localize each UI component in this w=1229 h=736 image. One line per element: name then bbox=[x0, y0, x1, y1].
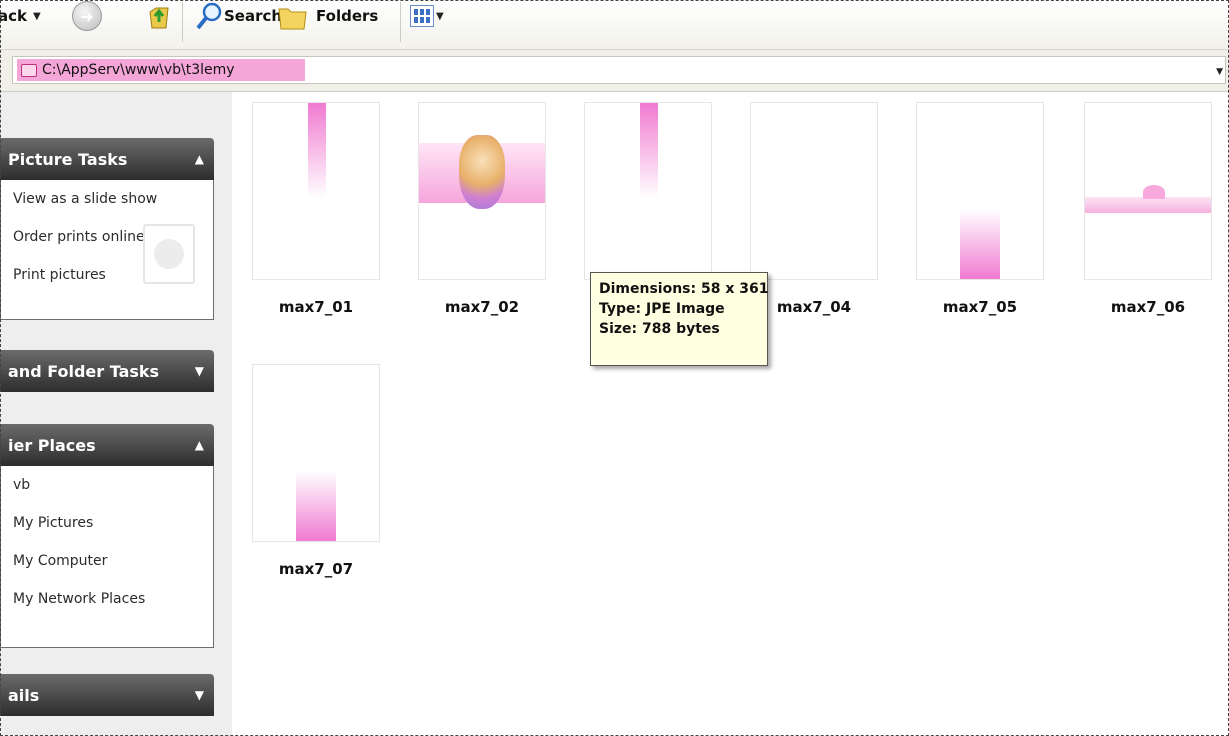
picture-tasks-panel: View as a slide show Order prints online… bbox=[0, 180, 214, 320]
file-thumbnail[interactable] bbox=[252, 102, 380, 280]
thumbnail-preview bbox=[960, 209, 1000, 279]
file-name[interactable]: max7_07 bbox=[252, 560, 380, 578]
up-folder-button[interactable] bbox=[146, 2, 176, 30]
file-folder-tasks-header[interactable]: and Folder Tasks ▼ bbox=[0, 350, 214, 392]
forward-button[interactable]: ➜ bbox=[72, 1, 112, 31]
thumbnail-preview bbox=[296, 471, 336, 541]
collapse-icon[interactable]: ▲ bbox=[195, 152, 204, 166]
other-places-title: ier Places bbox=[8, 435, 96, 455]
other-places-panel: vb My Pictures My Computer My Network Pl… bbox=[0, 466, 214, 648]
views-icon bbox=[410, 5, 434, 27]
toolbar-separator bbox=[400, 2, 401, 42]
search-button[interactable]: Search bbox=[194, 2, 282, 30]
folder-icon bbox=[21, 63, 37, 77]
view-slideshow-link[interactable]: View as a slide show bbox=[13, 186, 213, 224]
other-places-header[interactable]: ier Places ▲ bbox=[0, 424, 214, 466]
views-dropdown-icon[interactable]: ▼ bbox=[436, 11, 444, 22]
file-thumbnail[interactable] bbox=[418, 102, 546, 280]
back-dropdown-icon[interactable]: ▼ bbox=[33, 11, 41, 22]
file-name[interactable]: max7_01 bbox=[252, 298, 380, 316]
thumbnail-preview bbox=[1085, 185, 1211, 213]
folder-icon bbox=[278, 8, 307, 30]
up-folder-icon bbox=[149, 7, 169, 29]
place-link-vb[interactable]: vb bbox=[13, 472, 213, 510]
folders-label: Folders bbox=[316, 7, 379, 25]
file-name[interactable]: max7_04 bbox=[750, 298, 878, 316]
toolbar-separator bbox=[182, 2, 183, 42]
task-pane: Picture Tasks ▲ View as a slide show Ord… bbox=[0, 92, 232, 736]
file-view: max7_01 max7_02 max7_03 max7_04 max7_05 … bbox=[232, 92, 1229, 736]
collapse-icon[interactable]: ▲ bbox=[195, 438, 204, 452]
back-label: ack bbox=[0, 7, 27, 25]
expand-icon[interactable]: ▼ bbox=[195, 364, 204, 378]
address-input[interactable]: C:\AppServ\www\vb\t3lemy ▼ bbox=[12, 56, 1226, 84]
place-link-my-network-places[interactable]: My Network Places bbox=[13, 586, 213, 624]
file-thumbnail[interactable] bbox=[252, 364, 380, 542]
tooltip-size: Size: 788 bytes bbox=[599, 321, 720, 337]
place-link-my-pictures[interactable]: My Pictures bbox=[13, 510, 213, 548]
views-button[interactable]: ▼ bbox=[410, 2, 444, 30]
search-icon bbox=[196, 2, 222, 30]
tooltip-type: Type: JPE Image bbox=[599, 301, 725, 317]
place-link-my-computer[interactable]: My Computer bbox=[13, 548, 213, 586]
address-dropdown-icon[interactable]: ▼ bbox=[1216, 67, 1223, 77]
picture-tasks-title: Picture Tasks bbox=[8, 149, 128, 169]
tooltip-dimensions: Dimensions: 58 x 361 bbox=[599, 281, 769, 297]
thumbnail-preview bbox=[308, 103, 326, 198]
file-name[interactable]: max7_06 bbox=[1084, 298, 1212, 316]
address-bar: C:\AppServ\www\vb\t3lemy ▼ bbox=[0, 50, 1229, 92]
file-thumbnail[interactable] bbox=[750, 102, 878, 280]
file-thumbnail[interactable] bbox=[916, 102, 1044, 280]
file-name[interactable]: max7_02 bbox=[418, 298, 546, 316]
file-folder-tasks-title: and Folder Tasks bbox=[8, 361, 160, 381]
file-info-tooltip: Dimensions: 58 x 361 Type: JPE Image Siz… bbox=[590, 272, 768, 366]
details-header[interactable]: ails ▼ bbox=[0, 674, 214, 716]
forward-arrow-icon: ➜ bbox=[72, 1, 102, 31]
details-title: ails bbox=[8, 685, 40, 705]
expand-icon[interactable]: ▼ bbox=[195, 688, 204, 702]
toolbar: ack ▼ ➜ Search Folders ▼ bbox=[0, 0, 1229, 50]
file-thumbnail[interactable] bbox=[584, 102, 712, 280]
file-thumbnail[interactable] bbox=[1084, 102, 1212, 280]
back-button[interactable]: ack ▼ bbox=[0, 2, 41, 30]
thumbnail-preview bbox=[640, 103, 658, 198]
picture-tasks-header[interactable]: Picture Tasks ▲ bbox=[0, 138, 214, 180]
picture-tasks-watermark-icon bbox=[143, 224, 195, 284]
address-selection: C:\AppServ\www\vb\t3lemy bbox=[17, 59, 305, 81]
file-name[interactable]: max7_05 bbox=[916, 298, 1044, 316]
search-label: Search bbox=[224, 7, 283, 25]
thumbnail-preview bbox=[419, 135, 545, 209]
address-path: C:\AppServ\www\vb\t3lemy bbox=[42, 62, 235, 78]
folders-button[interactable]: Folders bbox=[276, 2, 378, 30]
